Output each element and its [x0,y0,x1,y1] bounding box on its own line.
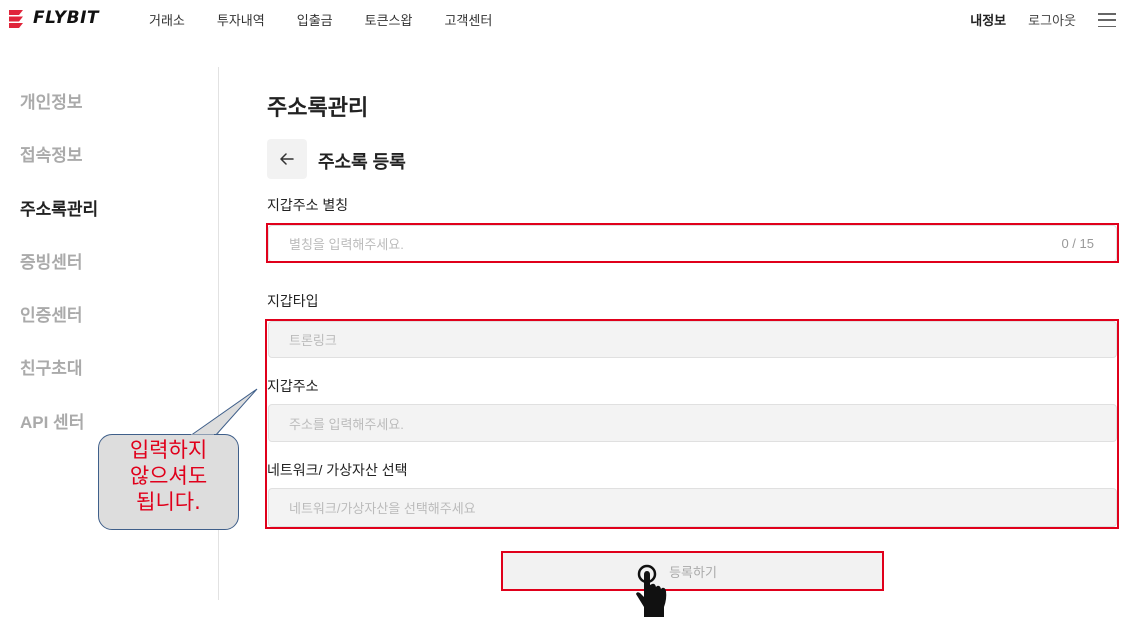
network-placeholder: 네트워크/가상자산을 선택해주세요 [289,501,476,516]
hand-pointer-icon [636,564,667,617]
network-label: 네트워크/ 가상자산 선택 [267,462,408,478]
alias-char-counter: 0 / 15 [1061,236,1094,251]
logout-link[interactable]: 로그아웃 [1028,10,1076,29]
callout-tail-cover [191,434,214,438]
hamburger-menu-icon[interactable] [1098,13,1116,27]
callout-line-1: 입력하지 [129,438,208,462]
register-button[interactable]: 등록하기 [503,553,883,590]
address-placeholder: 주소를 입력해주세요. [289,416,404,432]
address-input[interactable]: 주소를 입력해주세요. [268,404,1117,442]
register-button-label: 등록하기 [669,565,717,580]
my-info-link[interactable]: 내정보 [970,10,1006,29]
wallet-type-field: 트론링크 [268,321,1117,358]
nav-customer-center[interactable]: 고객센터 [444,10,492,29]
callout-line-3: 됩니다. [136,490,201,514]
alias-placeholder: 별칭을 입력해주세요. [289,237,404,252]
network-select[interactable]: 네트워크/가상자산을 선택해주세요 [268,488,1117,527]
callout-text: 입력하지 않으셔도 됩니다. [98,437,239,515]
nav-deposit-withdraw[interactable]: 입출금 [297,10,333,29]
nav-token-swap[interactable]: 토큰스왑 [365,10,413,29]
alias-input[interactable]: 별칭을 입력해주세요. 0 / 15 [268,225,1117,262]
form-title: 주소록 등록 [318,152,406,172]
header-right: 내정보 로그아웃 [970,10,1128,29]
callout-line-2: 않으셔도 [129,464,208,488]
